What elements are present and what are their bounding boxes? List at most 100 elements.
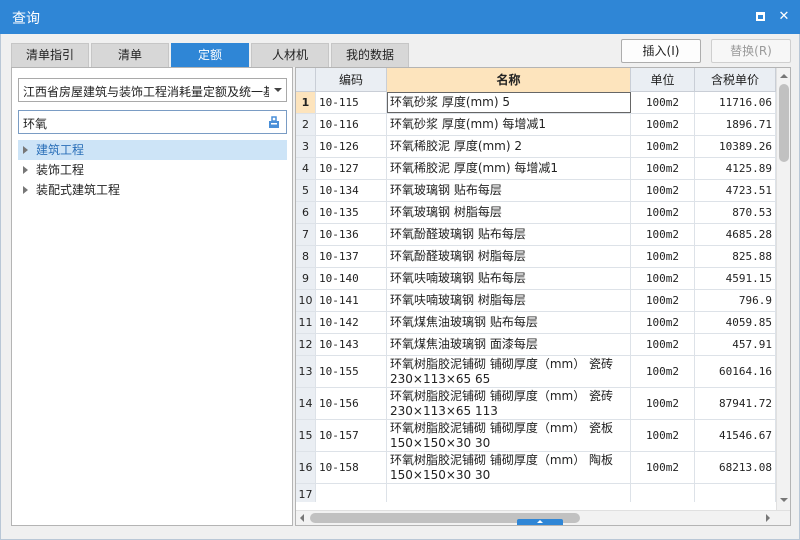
cell-unit: 100m2 bbox=[631, 180, 695, 201]
close-icon[interactable]: ✕ bbox=[776, 9, 792, 25]
table-row[interactable]: 10 10-141 环氧呋喃玻璃钢 树脂每层 100m2 796.9 bbox=[296, 290, 776, 312]
row-number: 15 bbox=[296, 420, 316, 451]
tab-my-data[interactable]: 我的数据 bbox=[331, 43, 409, 67]
row-number: 2 bbox=[296, 114, 316, 135]
cell-unit: 100m2 bbox=[631, 312, 695, 333]
header-price[interactable]: 含税单价 bbox=[695, 68, 776, 92]
expand-icon[interactable] bbox=[23, 186, 28, 194]
cell-name: 环氧稀胶泥 厚度(mm) 2 bbox=[387, 136, 631, 157]
left-panel: 江西省房屋建筑与装饰工程消耗量定额及统一基价表 环氧 建筑工程 装饰工程 装配式 bbox=[11, 67, 293, 526]
cell-name: 环氧煤焦油玻璃钢 面漆每层 bbox=[387, 334, 631, 355]
cell-price: 4059.85 bbox=[695, 312, 776, 333]
row-number: 7 bbox=[296, 224, 316, 245]
header-row-number bbox=[296, 68, 316, 92]
table-row[interactable]: 17 bbox=[296, 484, 776, 502]
maximize-icon[interactable] bbox=[752, 9, 768, 25]
row-number: 11 bbox=[296, 312, 316, 333]
table-row[interactable]: 11 10-142 环氧煤焦油玻璃钢 贴布每层 100m2 4059.85 bbox=[296, 312, 776, 334]
header-name[interactable]: 名称 bbox=[387, 68, 631, 92]
cell-unit: 100m2 bbox=[631, 334, 695, 355]
cell-code: 10-134 bbox=[316, 180, 387, 201]
cell-code bbox=[316, 484, 387, 502]
cell-price: 4591.15 bbox=[695, 268, 776, 289]
search-input[interactable]: 环氧 bbox=[18, 110, 287, 134]
tree-item-decoration[interactable]: 装饰工程 bbox=[18, 160, 287, 180]
chevron-up-icon bbox=[537, 520, 543, 523]
cell-unit bbox=[631, 484, 695, 502]
cell-name: 环氧酚醛玻璃钢 贴布每层 bbox=[387, 224, 631, 245]
header-code[interactable]: 编码 bbox=[316, 68, 387, 92]
panel-splitter[interactable] bbox=[517, 519, 563, 525]
table-row[interactable]: 7 10-136 环氧酚醛玻璃钢 贴布每层 100m2 4685.28 bbox=[296, 224, 776, 246]
dialog-body: 清单指引 清单 定额 人材机 我的数据 插入(I) 替换(R) 江西省房屋建筑与… bbox=[0, 34, 800, 540]
cell-unit: 100m2 bbox=[631, 246, 695, 267]
scroll-up-icon[interactable] bbox=[780, 74, 788, 78]
header-unit[interactable]: 单位 bbox=[631, 68, 695, 92]
cell-name: 环氧树脂胶泥铺砌 铺砌厚度（mm） 瓷砖 230×113×65 65 bbox=[387, 356, 631, 387]
cell-price: 41546.67 bbox=[695, 420, 776, 451]
table-row[interactable]: 5 10-134 环氧玻璃钢 贴布每层 100m2 4723.51 bbox=[296, 180, 776, 202]
table-row[interactable]: 4 10-127 环氧稀胶泥 厚度(mm) 每增减1 100m2 4125.89 bbox=[296, 158, 776, 180]
table-row[interactable]: 8 10-137 环氧酚醛玻璃钢 树脂每层 100m2 825.88 bbox=[296, 246, 776, 268]
cell-code: 10-135 bbox=[316, 202, 387, 223]
cell-unit: 100m2 bbox=[631, 92, 695, 113]
table-row[interactable]: 3 10-126 环氧稀胶泥 厚度(mm) 2 100m2 10389.26 bbox=[296, 136, 776, 158]
table-row[interactable]: 16 10-158 环氧树脂胶泥铺砌 铺砌厚度（mm） 陶板 150×150×30 … bbox=[296, 452, 776, 484]
row-number: 5 bbox=[296, 180, 316, 201]
cell-name: 环氧呋喃玻璃钢 树脂每层 bbox=[387, 290, 631, 311]
cell-price: 11716.06 bbox=[695, 92, 776, 113]
row-number: 14 bbox=[296, 388, 316, 419]
tab-bill-guide[interactable]: 清单指引 bbox=[11, 43, 89, 67]
expand-icon[interactable] bbox=[23, 146, 28, 154]
row-number: 4 bbox=[296, 158, 316, 179]
row-number: 10 bbox=[296, 290, 316, 311]
tab-bill[interactable]: 清单 bbox=[91, 43, 169, 67]
table-body: 1 10-115 环氧砂浆 厚度(mm) 5 100m2 11716.06 2 10-116… bbox=[296, 92, 776, 502]
cell-price: 87941.72 bbox=[695, 388, 776, 419]
library-select[interactable]: 江西省房屋建筑与装饰工程消耗量定额及统一基价表 bbox=[18, 78, 287, 102]
scrollbar-thumb[interactable] bbox=[779, 84, 789, 162]
cell-unit: 100m2 bbox=[631, 224, 695, 245]
cell-code: 10-156 bbox=[316, 388, 387, 419]
cell-code: 10-116 bbox=[316, 114, 387, 135]
scroll-down-icon[interactable] bbox=[780, 498, 788, 502]
table-row[interactable]: 15 10-157 环氧树脂胶泥铺砌 铺砌厚度（mm） 瓷板 150×150×30 … bbox=[296, 420, 776, 452]
cell-name: 环氧呋喃玻璃钢 贴布每层 bbox=[387, 268, 631, 289]
tab-labor-material-machine[interactable]: 人材机 bbox=[251, 43, 329, 67]
cell-price: 4685.28 bbox=[695, 224, 776, 245]
cell-unit: 100m2 bbox=[631, 158, 695, 179]
cell-code: 10-140 bbox=[316, 268, 387, 289]
vertical-scrollbar[interactable] bbox=[776, 68, 790, 510]
expand-icon[interactable] bbox=[23, 166, 28, 174]
window-titlebar: 查询 ✕ bbox=[0, 0, 800, 34]
tab-quota[interactable]: 定额 bbox=[171, 43, 249, 67]
scroll-right-icon[interactable] bbox=[766, 514, 770, 522]
cell-unit: 100m2 bbox=[631, 452, 695, 483]
row-number: 13 bbox=[296, 356, 316, 387]
table-row[interactable]: 2 10-116 环氧砂浆 厚度(mm) 每增减1 100m2 1896.71 bbox=[296, 114, 776, 136]
cell-code: 10-142 bbox=[316, 312, 387, 333]
table-row[interactable]: 12 10-143 环氧煤焦油玻璃钢 面漆每层 100m2 457.91 bbox=[296, 334, 776, 356]
cell-price: 1896.71 bbox=[695, 114, 776, 135]
table-row[interactable]: 13 10-155 环氧树脂胶泥铺砌 铺砌厚度（mm） 瓷砖 230×113×65 … bbox=[296, 356, 776, 388]
table-row[interactable]: 1 10-115 环氧砂浆 厚度(mm) 5 100m2 11716.06 bbox=[296, 92, 776, 114]
search-icon[interactable] bbox=[267, 115, 281, 129]
chevron-down-icon[interactable] bbox=[274, 88, 282, 92]
cell-unit: 100m2 bbox=[631, 290, 695, 311]
row-number: 9 bbox=[296, 268, 316, 289]
cell-unit: 100m2 bbox=[631, 202, 695, 223]
table-row[interactable]: 14 10-156 环氧树脂胶泥铺砌 铺砌厚度（mm） 瓷砖 230×113×65 … bbox=[296, 388, 776, 420]
cell-code: 10-136 bbox=[316, 224, 387, 245]
cell-unit: 100m2 bbox=[631, 268, 695, 289]
cell-code: 10-126 bbox=[316, 136, 387, 157]
table-row[interactable]: 6 10-135 环氧玻璃钢 树脂每层 100m2 870.53 bbox=[296, 202, 776, 224]
cell-price: 4723.51 bbox=[695, 180, 776, 201]
tree-item-building[interactable]: 建筑工程 bbox=[18, 140, 287, 160]
row-number: 6 bbox=[296, 202, 316, 223]
scroll-left-icon[interactable] bbox=[300, 514, 304, 522]
replace-button[interactable]: 替换(R) bbox=[711, 39, 791, 63]
cell-price: 4125.89 bbox=[695, 158, 776, 179]
table-row[interactable]: 9 10-140 环氧呋喃玻璃钢 贴布每层 100m2 4591.15 bbox=[296, 268, 776, 290]
tree-item-prefab[interactable]: 装配式建筑工程 bbox=[18, 180, 287, 200]
insert-button[interactable]: 插入(I) bbox=[621, 39, 701, 63]
